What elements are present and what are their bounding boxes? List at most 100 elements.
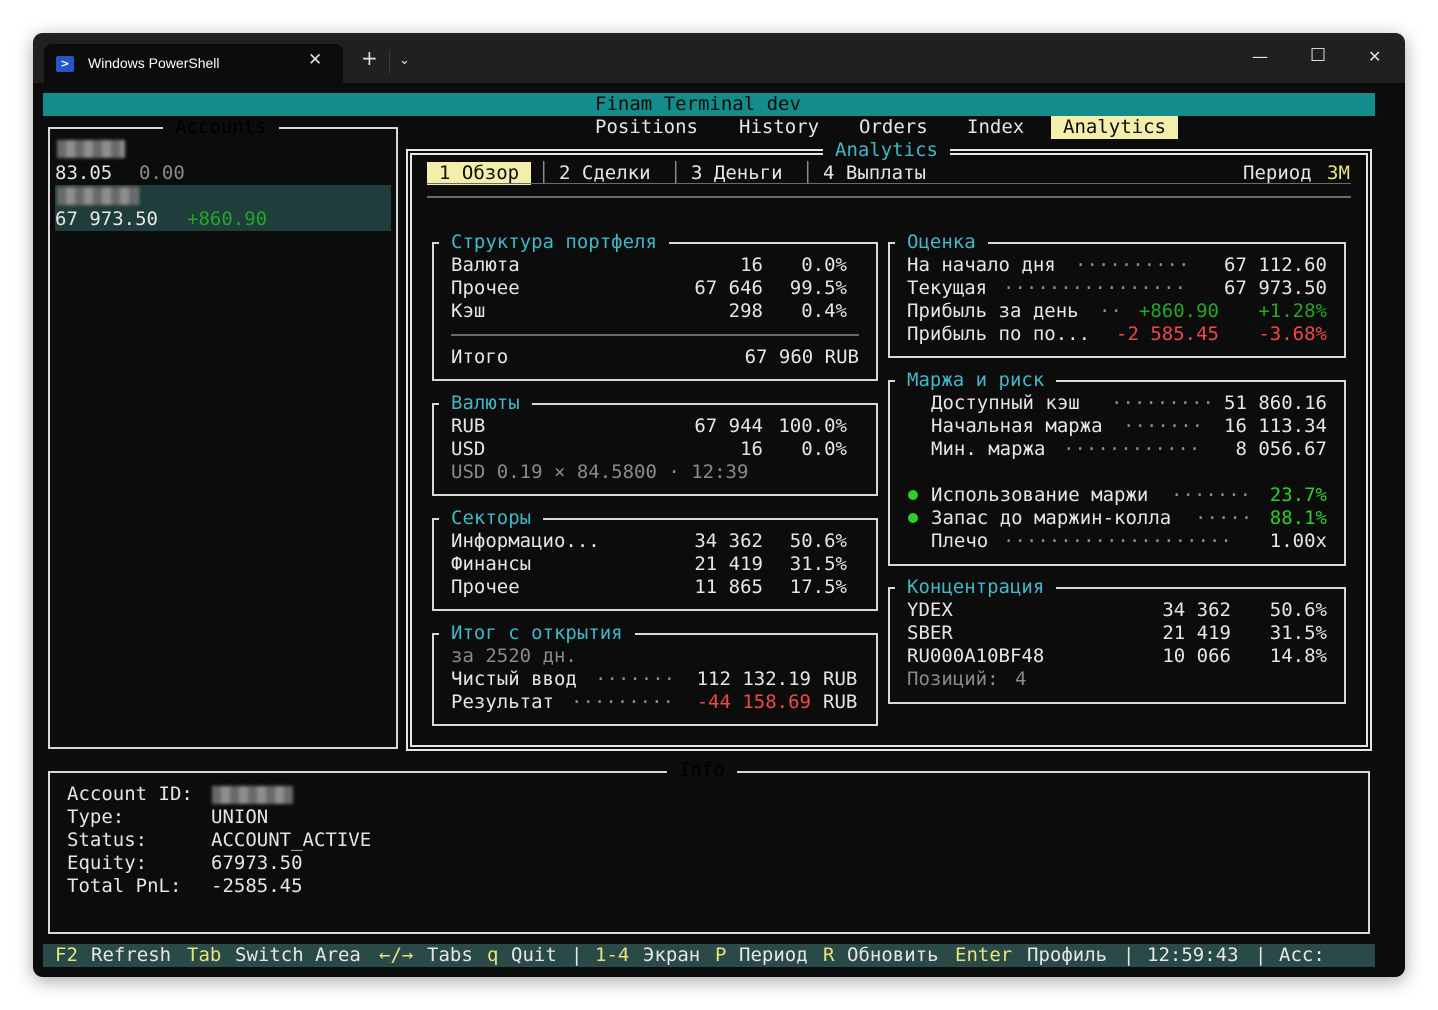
accounts-title: Accounts: [163, 116, 279, 139]
key-arrows: ←/→: [379, 944, 414, 966]
valuation-title: Оценка: [895, 231, 988, 254]
period-value[interactable]: 3M: [1327, 162, 1350, 185]
concentration-value: 10 066: [1162, 645, 1231, 667]
period-profit-label: Прибыль по по...: [907, 323, 1091, 345]
hint-tabs: Tabs: [427, 944, 473, 966]
concentration-pct: 50.6%: [1269, 599, 1327, 621]
nav-tab-index[interactable]: Index: [967, 116, 1024, 139]
day-start-value: 67 112.60: [1224, 254, 1327, 276]
day-start-label: На начало дня: [907, 254, 1056, 276]
leader-dots: ·······: [595, 668, 676, 690]
currency-row-pct: 100.0%: [778, 415, 847, 437]
subtab-payouts[interactable]: 4 Выплаты: [823, 162, 926, 185]
equity-value: 67973.50: [211, 852, 303, 874]
maximize-icon[interactable]: ☐: [1310, 45, 1326, 66]
account-id-label: Account ID:: [67, 783, 193, 805]
structure-total-value: 67 960 RUB: [744, 346, 859, 368]
close-tab-icon[interactable]: ✕: [308, 50, 322, 70]
key-f2: F2: [55, 944, 78, 966]
new-tab-icon[interactable]: +: [361, 48, 378, 68]
structure-row-name: Кэш: [451, 300, 486, 322]
net-input-value: 112 132.19: [696, 668, 811, 690]
margin-title: Маржа и риск: [895, 369, 1057, 392]
structure-row-name: Валюта: [451, 254, 520, 276]
day-profit-pct: +1.28%: [1258, 300, 1327, 322]
sector-row-pct: 50.6%: [789, 530, 847, 552]
hint-period: Период: [739, 944, 808, 966]
subtab-separator: │: [802, 162, 814, 184]
subtab-separator: │: [670, 162, 682, 184]
account-balance[interactable]: 67 973.50: [55, 208, 158, 231]
leader-dots: ····················: [1003, 530, 1232, 552]
tab-title: Windows PowerShell: [88, 55, 220, 71]
key-tab: Tab: [187, 944, 222, 966]
status-dot-icon: [908, 513, 918, 523]
account-name-redacted: [57, 187, 139, 205]
nav-tab-analytics[interactable]: Analytics: [1051, 116, 1178, 139]
min-margin-label: Мин. маржа: [931, 438, 1046, 460]
day-profit-label: Прибыль за день: [907, 300, 1079, 322]
concentration-ticker: SBER: [907, 622, 953, 644]
sector-row-pct: 31.5%: [789, 553, 847, 575]
info-title: Info: [667, 759, 737, 782]
tab-powershell[interactable]: > Windows PowerShell ✕: [44, 44, 343, 83]
sector-row-pct: 17.5%: [789, 576, 847, 598]
margin-reserve-value: 88.1%: [1269, 507, 1327, 529]
leader-dots: ·······: [1171, 484, 1252, 506]
nav-tab-history[interactable]: History: [739, 116, 819, 139]
concentration-value: 21 419: [1162, 622, 1231, 644]
minimize-icon[interactable]: —: [1252, 47, 1268, 66]
status-separator: |: [1123, 944, 1135, 966]
key-1-4: 1-4: [595, 944, 630, 966]
nav-tab-positions[interactable]: Positions: [595, 116, 698, 139]
subtab-trades[interactable]: 2 Сделки: [559, 162, 651, 185]
concentration-pct: 31.5%: [1269, 622, 1327, 644]
subtab-separator: │: [538, 162, 550, 184]
currency-row-value: 67 944: [694, 415, 763, 437]
result-label: Результат: [451, 691, 554, 713]
since-open-title: Итог с открытия: [439, 622, 635, 645]
sector-row-value: 11 865: [694, 576, 763, 598]
subtab-money[interactable]: 3 Деньги: [691, 162, 783, 185]
result-value: -44 158.69: [696, 691, 811, 713]
title-bar: > Windows PowerShell ✕ + ⌄ — ☐ ✕: [33, 33, 1405, 83]
margin-usage-label: Использование маржи: [931, 484, 1149, 506]
chevron-down-icon[interactable]: ⌄: [399, 53, 410, 68]
close-icon[interactable]: ✕: [1368, 47, 1381, 66]
status-dot-icon: [908, 490, 918, 500]
status-separator: |: [571, 944, 583, 966]
subtab-overview[interactable]: 1 Обзор: [427, 162, 532, 185]
sector-row-value: 34 362: [694, 530, 763, 552]
status-separator: |: [1255, 944, 1267, 966]
structure-row-pct: 0.4%: [801, 300, 847, 322]
structure-row-value: 67 646: [694, 277, 763, 299]
key-r: R: [823, 944, 835, 966]
currency-row-pct: 0.0%: [801, 438, 847, 460]
hint-switch-area: Switch Area: [235, 944, 361, 966]
key-enter: Enter: [955, 944, 1013, 966]
period-profit-value: -2 585.45: [1116, 323, 1219, 345]
currency-row-name: RUB: [451, 415, 486, 437]
period-label: Период: [1243, 162, 1312, 184]
margin-reserve-label: Запас до маржин-колла: [931, 507, 1172, 529]
account-balance[interactable]: 83.05: [55, 162, 112, 185]
currency-row-name: USD: [451, 438, 486, 460]
since-open-period: за 2520 дн.: [451, 645, 577, 667]
terminal-window: > Windows PowerShell ✕ + ⌄ — ☐ ✕ Finam T…: [33, 33, 1405, 977]
currency-rate-note: USD 0.19 × 84.5800 · 12:39: [451, 461, 749, 483]
nav-tab-orders[interactable]: Orders: [859, 116, 928, 139]
sector-row-name: Информацио...: [451, 530, 600, 552]
account-name-redacted: [57, 140, 125, 158]
leader-dots: ·······: [1123, 415, 1204, 437]
leader-dots: ·····: [1195, 507, 1253, 529]
hint-quit: Quit: [511, 944, 557, 966]
hint-profile: Профиль: [1027, 944, 1108, 966]
status-time: 12:59:43: [1147, 944, 1239, 966]
result-currency: RUB: [823, 691, 858, 713]
subtab-underline: [427, 183, 1351, 184]
leverage-label: Плечо: [931, 530, 989, 552]
available-cash-label: Доступный кэш: [931, 392, 1080, 414]
min-margin-value: 8 056.67: [1235, 438, 1327, 460]
concentration-title: Концентрация: [895, 576, 1057, 599]
leader-dots: ·········: [571, 691, 674, 713]
